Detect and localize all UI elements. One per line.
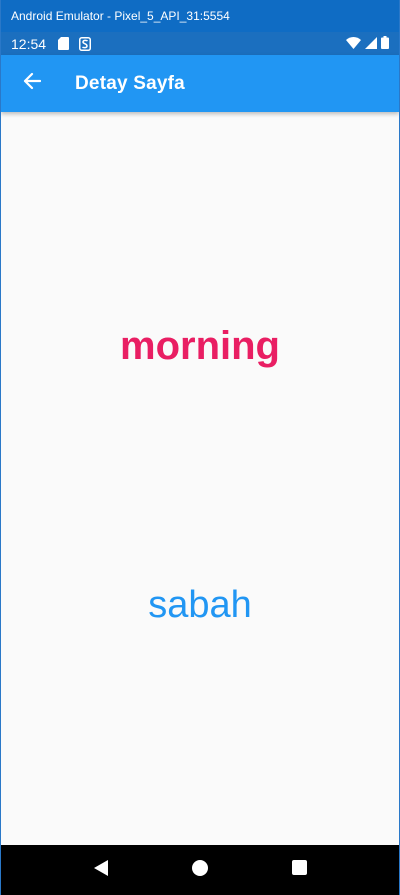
battery-icon [381, 35, 389, 52]
cell-signal-icon [365, 36, 377, 52]
home-circle-icon [191, 859, 208, 881]
arrow-back-icon [23, 72, 42, 95]
english-word: morning [120, 324, 280, 368]
wifi-icon [346, 36, 361, 52]
s-notification-icon [79, 36, 92, 51]
nav-home-button[interactable] [185, 855, 215, 885]
status-time: 12:54 [11, 35, 47, 52]
emulator-title: Android Emulator - Pixel_5_API_31:5554 [11, 9, 230, 23]
detail-content: morning sabah [1, 112, 399, 845]
back-button[interactable] [19, 71, 45, 97]
app-bar: Detay Sayfa [1, 55, 399, 112]
sd-card-icon [58, 37, 70, 50]
nav-recents-button[interactable] [284, 855, 314, 885]
turkish-word: sabah [148, 584, 252, 626]
status-right-icons [346, 35, 389, 52]
emulator-title-bar: Android Emulator - Pixel_5_API_31:5554 [1, 0, 399, 32]
nav-back-button[interactable] [86, 855, 116, 885]
emulator-window: Android Emulator - Pixel_5_API_31:5554 1… [0, 0, 400, 895]
back-triangle-icon [93, 859, 109, 882]
page-title: Detay Sayfa [75, 72, 185, 94]
status-bar: 12:54 [1, 32, 399, 55]
recents-square-icon [291, 860, 307, 880]
navigation-bar [1, 845, 399, 895]
